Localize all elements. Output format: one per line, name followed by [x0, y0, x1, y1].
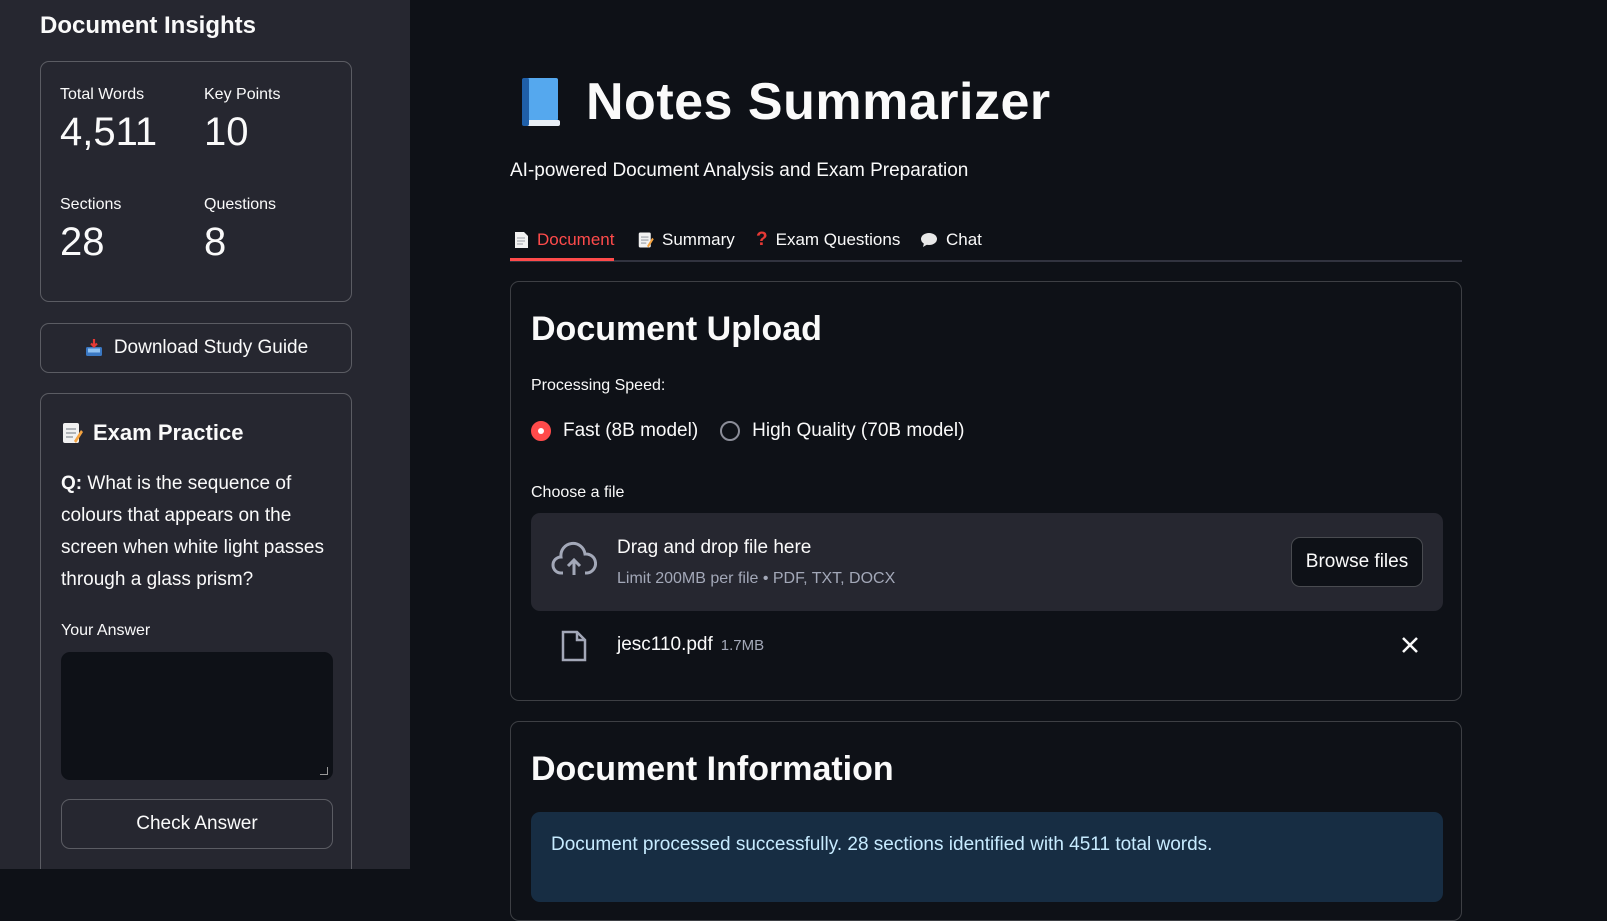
cloud-upload-icon — [551, 541, 597, 575]
metric-value: 10 — [204, 110, 249, 154]
exam-practice-card: Exam Practice Q: What is the sequence of… — [40, 393, 352, 869]
file-name: jesc110.pdf — [617, 634, 713, 655]
success-info-alert: Document processed successfully. 28 sect… — [531, 812, 1443, 902]
metric-questions: Questions 8 — [204, 196, 276, 264]
memo-icon — [63, 423, 83, 443]
radio-selected-icon — [531, 421, 551, 441]
metric-label: Sections — [60, 196, 122, 213]
active-tab-indicator — [510, 258, 614, 261]
metric-value: 4,511 — [60, 110, 158, 154]
metrics-card: Total Words 4,511 Key Points 10 Sections… — [40, 61, 352, 302]
page-icon — [515, 232, 528, 248]
question-text: What is the sequence of colours that app… — [61, 473, 324, 590]
radio-unselected-icon — [720, 421, 741, 441]
info-heading: Document Information — [531, 750, 894, 788]
tab-exam-questions[interactable]: ? Exam Questions — [756, 222, 900, 258]
speech-bubble-icon — [921, 233, 937, 247]
exam-practice-heading: Exam Practice — [61, 420, 243, 446]
metric-value: 28 — [60, 220, 105, 264]
metric-label: Total Words — [60, 86, 145, 103]
radio-label: High Quality (70B model) — [752, 420, 965, 441]
app-header: Notes Summarizer — [520, 72, 1051, 132]
exam-question: Q: What is the sequence of colours that … — [61, 468, 333, 596]
tab-label: Document — [537, 230, 615, 249]
sidebar-title: Document Insights — [40, 12, 257, 39]
tab-summary[interactable]: Summary — [637, 222, 735, 258]
memo-icon — [638, 232, 654, 248]
tab-document[interactable]: Document — [514, 222, 614, 258]
dropzone-limit: Limit 200MB per file • PDF, TXT, DOCX — [617, 570, 896, 587]
download-study-guide-button[interactable]: Download Study Guide — [40, 323, 352, 373]
radio-label: Fast (8B model) — [563, 420, 699, 441]
metric-label: Questions — [204, 196, 277, 213]
inbox-tray-icon — [85, 339, 102, 356]
upload-heading: Document Upload — [531, 310, 822, 348]
processing-speed-label: Processing Speed: — [531, 377, 666, 394]
tab-label: Chat — [946, 230, 982, 249]
radio-fast[interactable]: Fast (8B model) — [531, 420, 698, 442]
document-information-card: Document Information Document processed … — [510, 721, 1462, 921]
sidebar: Document Insights Total Words 4,511 Key … — [0, 0, 410, 869]
tab-label: Summary — [662, 230, 735, 249]
question-mark-icon: ? — [756, 229, 768, 250]
exam-practice-title: Exam Practice — [93, 420, 244, 445]
tab-label: Exam Questions — [775, 230, 901, 249]
browse-files-button[interactable]: Browse files — [1291, 537, 1423, 587]
blue-book-icon — [522, 78, 560, 126]
metric-sections: Sections 28 — [60, 196, 121, 264]
file-dropzone[interactable]: Drag and drop file here Limit 200MB per … — [531, 513, 1443, 611]
uploaded-file-row: jesc110.pdf 1.7MB — [531, 624, 1443, 674]
radio-high-quality[interactable]: High Quality (70B model) — [720, 420, 964, 442]
close-icon[interactable] — [1397, 632, 1423, 658]
resize-grip-icon[interactable] — [320, 767, 328, 775]
file-name-block: jesc110.pdf 1.7MB — [617, 634, 764, 656]
metric-value: 8 — [204, 220, 227, 264]
metric-key-points: Key Points 10 — [204, 86, 280, 154]
check-answer-button[interactable]: Check Answer — [61, 799, 333, 849]
answer-label: Your Answer — [61, 622, 151, 639]
question-prefix: Q: — [61, 473, 83, 494]
tab-bar: Document Summary ? Exam Questions Chat — [510, 218, 1462, 262]
processing-speed-radio-group: Fast (8B model) High Quality (70B model) — [531, 420, 964, 442]
dropzone-title: Drag and drop file here — [617, 537, 812, 558]
file-size: 1.7MB — [720, 637, 765, 654]
document-upload-card: Document Upload Processing Speed: Fast (… — [510, 281, 1462, 701]
metric-label: Key Points — [204, 86, 281, 103]
answer-textarea[interactable] — [61, 652, 333, 780]
page-subtitle: AI-powered Document Analysis and Exam Pr… — [510, 160, 969, 181]
choose-file-label: Choose a file — [531, 484, 625, 501]
file-icon — [561, 630, 587, 662]
metric-total-words: Total Words 4,511 — [60, 86, 157, 154]
download-button-label: Download Study Guide — [113, 337, 309, 358]
page-title: Notes Summarizer — [586, 73, 1051, 131]
tab-chat[interactable]: Chat — [920, 222, 982, 258]
